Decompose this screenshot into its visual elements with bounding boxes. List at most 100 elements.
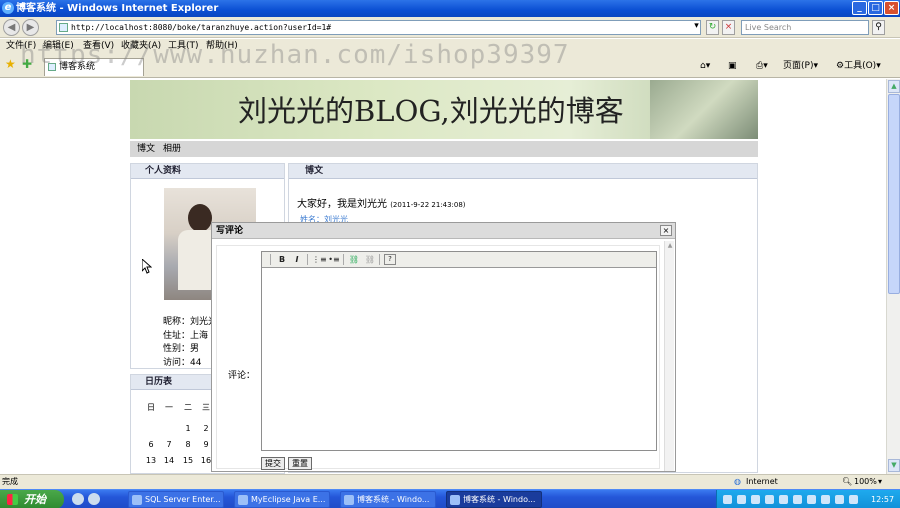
- menu-help[interactable]: 帮助(H): [206, 39, 238, 54]
- address-dropdown-icon[interactable]: ▾: [690, 20, 703, 35]
- task-label: SQL Server Enter...: [145, 495, 221, 504]
- page-scrollbar[interactable]: ▲ ▼: [886, 79, 900, 474]
- quicklaunch-desktop-icon[interactable]: [88, 493, 100, 505]
- ie-logo-icon: e: [2, 2, 14, 14]
- task-myeclipse[interactable]: MyEclipse Java E...: [234, 491, 330, 508]
- zoom-level[interactable]: 100%: [854, 475, 877, 489]
- profile-header: 个人资料: [131, 164, 284, 179]
- address-field[interactable]: http://localhost:8080/boke/taranzhuye.ac…: [56, 20, 701, 35]
- scroll-up-icon[interactable]: ▲: [888, 80, 900, 93]
- mouse-cursor-icon: [142, 259, 152, 274]
- profile-address: 住址：上海: [163, 331, 209, 341]
- tray-icon[interactable]: [807, 495, 816, 504]
- task-ie-blog-2[interactable]: 博客系统 - Windo...: [446, 491, 542, 508]
- comment-dialog: 写评论 × ▲ 评论： B I ⋮≡ •≡ ⛓ ⛓ ? 提交 重置: [211, 222, 676, 472]
- profile-visits: 访问：44: [163, 358, 202, 368]
- page-menu-button[interactable]: 页面(P)▾: [783, 59, 818, 73]
- menu-favorites[interactable]: 收藏夹(A): [121, 39, 161, 54]
- banner-image: [650, 80, 758, 139]
- menu-view[interactable]: 查看(V): [83, 39, 114, 54]
- calendar-day[interactable]: 7: [161, 440, 177, 449]
- link-icon[interactable]: ⛓: [348, 254, 360, 265]
- comment-editor[interactable]: B I ⋮≡ •≡ ⛓ ⛓ ?: [261, 251, 657, 451]
- dialog-body: 评论： B I ⋮≡ •≡ ⛓ ⛓ ? 提交 重置: [216, 245, 660, 470]
- bullet-list-icon[interactable]: •≡: [328, 254, 340, 265]
- search-go-button[interactable]: ⚲: [872, 20, 885, 35]
- home-icon[interactable]: ⌂▾: [700, 59, 710, 73]
- start-label: 开始: [24, 493, 46, 506]
- close-button[interactable]: ×: [884, 1, 899, 15]
- nav-album-link[interactable]: 相册: [163, 141, 181, 157]
- unlink-icon[interactable]: ⛓: [364, 254, 376, 265]
- task-sql-server[interactable]: SQL Server Enter...: [128, 491, 224, 508]
- post-title[interactable]: 大家好，我是刘光光: [297, 199, 387, 210]
- search-input[interactable]: Live Search: [741, 20, 869, 35]
- bold-button[interactable]: B: [276, 254, 288, 265]
- globe-icon: ◍: [734, 477, 741, 486]
- print-icon[interactable]: ⎙▾: [756, 59, 768, 73]
- scroll-down-icon[interactable]: ▼: [888, 459, 900, 472]
- tray-icon[interactable]: [779, 495, 788, 504]
- windows-flag-icon: [7, 494, 18, 505]
- tray-icon[interactable]: [849, 495, 858, 504]
- maximize-button[interactable]: □: [868, 1, 883, 15]
- dialog-scrollbar[interactable]: ▲: [664, 241, 674, 471]
- italic-button[interactable]: I: [291, 254, 303, 265]
- quicklaunch-ie-icon[interactable]: [72, 493, 84, 505]
- task-ie-blog-1[interactable]: 博客系统 - Windo...: [340, 491, 436, 508]
- tab-blog[interactable]: 博客系统: [44, 58, 144, 76]
- stop-button[interactable]: ×: [722, 20, 735, 35]
- window-title: 博客系统 - Windows Internet Explorer: [16, 3, 219, 14]
- tray-icon[interactable]: [821, 495, 830, 504]
- calendar-day[interactable]: 8: [180, 440, 196, 449]
- weekday-tue: 二: [184, 403, 192, 412]
- tray-icon[interactable]: [765, 495, 774, 504]
- ordered-list-icon[interactable]: ⋮≡: [312, 254, 327, 265]
- back-button[interactable]: ◀: [3, 19, 20, 36]
- submit-button[interactable]: 提交: [261, 457, 285, 470]
- menu-file[interactable]: 文件(F): [6, 39, 36, 54]
- toolbar-separator: [270, 254, 271, 265]
- add-favorites-icon[interactable]: ✚: [22, 57, 32, 71]
- tray-icon[interactable]: [793, 495, 802, 504]
- forward-button[interactable]: ▶: [22, 19, 39, 36]
- tray-icon[interactable]: [737, 495, 746, 504]
- tray-icon[interactable]: [751, 495, 760, 504]
- tray-icon[interactable]: [723, 495, 732, 504]
- nav-posts-link[interactable]: 博文: [137, 141, 155, 157]
- minimize-button[interactable]: _: [852, 1, 867, 15]
- profile-gender: 性别：男: [163, 344, 200, 354]
- dialog-close-button[interactable]: ×: [660, 225, 672, 236]
- dialog-scroll-up-icon[interactable]: ▲: [665, 241, 675, 251]
- start-button[interactable]: 开始: [0, 490, 64, 508]
- reset-button[interactable]: 重置: [288, 457, 312, 470]
- scroll-thumb[interactable]: [888, 94, 900, 294]
- task-app-icon: [132, 495, 142, 505]
- calendar-day[interactable]: 1: [180, 424, 196, 433]
- favorites-star-icon[interactable]: ★: [5, 57, 16, 71]
- task-app-icon: [344, 495, 354, 505]
- menu-tools[interactable]: 工具(T): [168, 39, 199, 54]
- menu-edit[interactable]: 编辑(E): [43, 39, 74, 54]
- post-entry: 大家好，我是刘光光 (2011-9-22 21:43:08): [297, 195, 466, 210]
- clock: 12:57: [871, 495, 895, 504]
- toolbar-separator: [379, 254, 380, 265]
- task-label: 博客系统 - Windo...: [463, 495, 536, 504]
- comment-label: 评论：: [228, 371, 256, 381]
- tools-menu-button[interactable]: ⚙工具(O)▾: [836, 59, 881, 73]
- blog-nav: 博文 相册: [130, 141, 758, 157]
- menu-bar: 文件(F) 编辑(E) 查看(V) 收藏夹(A) 工具(T) 帮助(H): [0, 39, 900, 54]
- refresh-button[interactable]: ↻: [706, 20, 719, 35]
- feeds-icon[interactable]: ▣: [728, 59, 737, 73]
- help-icon[interactable]: ?: [384, 254, 396, 265]
- task-app-icon: [238, 495, 248, 505]
- page-menu-label: 页面(P): [783, 61, 814, 71]
- status-bar: 完成 ◍ Internet 🔍︎ 100% ▾: [0, 474, 900, 489]
- calendar-day[interactable]: 15: [180, 456, 196, 465]
- photo-head: [188, 204, 212, 232]
- calendar-day[interactable]: 14: [161, 456, 177, 465]
- tray-icon[interactable]: [835, 495, 844, 504]
- calendar-day[interactable]: 13: [143, 456, 159, 465]
- calendar-day[interactable]: 6: [143, 440, 159, 449]
- zoom-dropdown-icon[interactable]: ▾: [878, 475, 882, 489]
